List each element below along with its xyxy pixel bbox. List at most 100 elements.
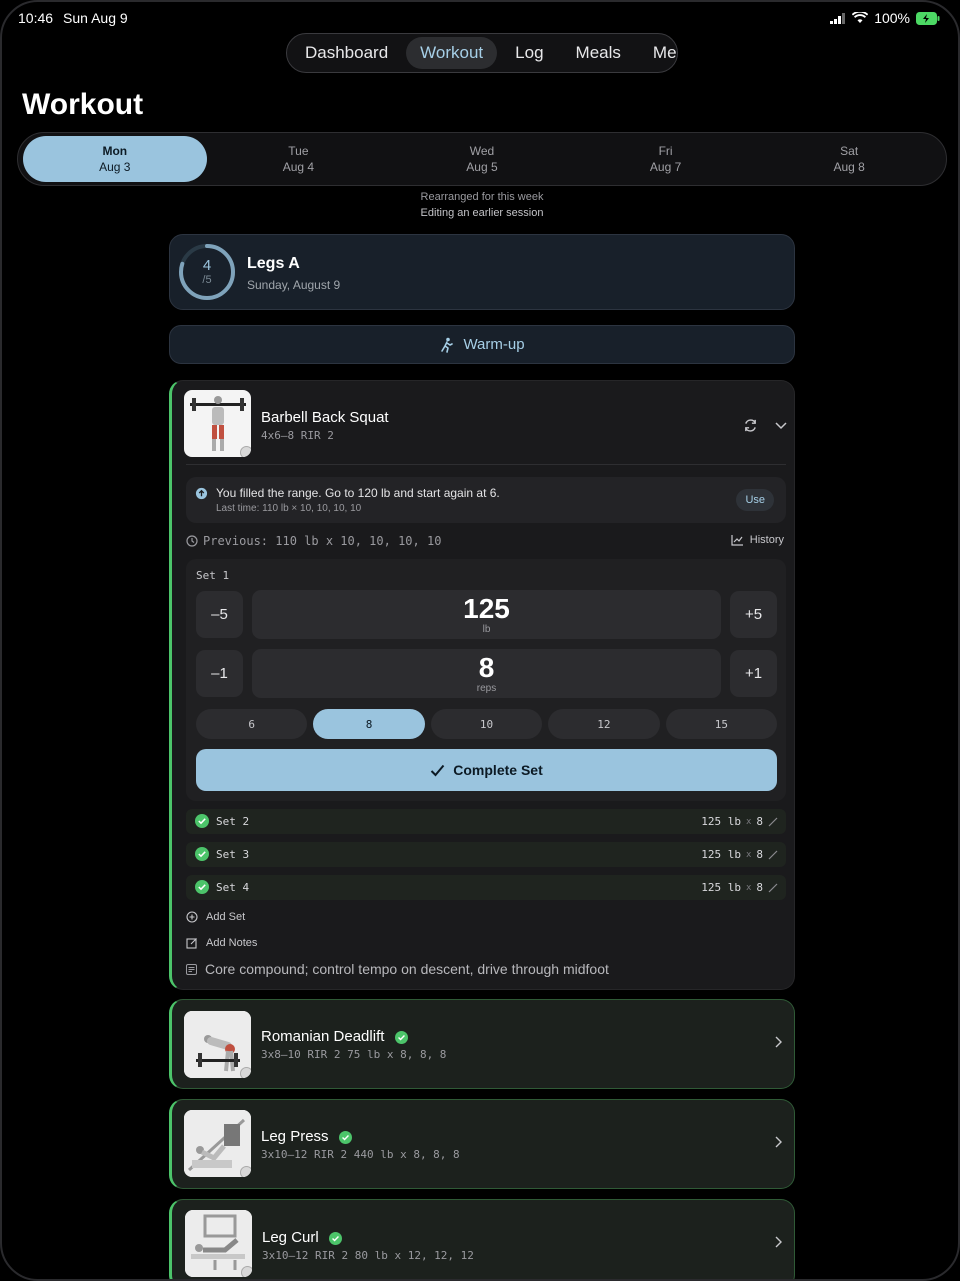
- top-nav: Dashboard Workout Log Meals Me: [286, 33, 678, 73]
- day-name: Mon: [102, 144, 128, 158]
- edit-pencil-icon[interactable]: [768, 817, 778, 827]
- exercise-thumbnail[interactable]: [184, 390, 251, 457]
- exercise-card-romanian-deadlift[interactable]: Romanian Deadlift 3x8–10 RIR 2 75 lb x 8…: [169, 999, 795, 1089]
- completed-set-row[interactable]: Set 3 125 lb x 8: [186, 842, 786, 867]
- stretch-icon: [441, 337, 454, 353]
- day-fri[interactable]: Fri Aug 7: [574, 136, 758, 182]
- session-card[interactable]: 4 /5 Legs A Sunday, August 9: [169, 234, 795, 310]
- exercise-card-leg-press[interactable]: Leg Press 3x10–12 RIR 2 440 lb x 8, 8, 8: [169, 1099, 795, 1189]
- exercise-name: Leg Curl: [262, 1229, 319, 1246]
- complete-set-button[interactable]: Complete Set: [196, 749, 777, 791]
- progress-count: 4 /5: [178, 243, 236, 301]
- battery-charging-icon: [916, 11, 940, 25]
- complete-set-label: Complete Set: [453, 762, 543, 778]
- status-date: Sun Aug 9: [63, 10, 128, 26]
- reps-value: 8: [478, 652, 495, 683]
- swap-icon[interactable]: [743, 418, 758, 433]
- reps-minus-button[interactable]: –1: [196, 650, 243, 697]
- warmup-button[interactable]: Warm-up: [169, 325, 795, 364]
- edit-pencil-icon[interactable]: [768, 850, 778, 860]
- chart-line-icon: [731, 535, 743, 546]
- active-set-panel: Set 1 –5 125 lb +5 –1 8 reps +1 6 8 10 1…: [186, 559, 786, 801]
- note-icon: [186, 963, 197, 975]
- check-circle-icon: [394, 1030, 408, 1044]
- day-date: Aug 3: [99, 160, 131, 174]
- history-clock-icon: [186, 535, 198, 547]
- tab-log[interactable]: Log: [501, 37, 557, 69]
- exercise-name-row: Romanian Deadlift: [261, 1028, 408, 1045]
- status-time: 10:46: [18, 10, 54, 26]
- wifi-icon: [852, 12, 869, 23]
- day-name: Tue: [288, 144, 309, 158]
- rep-chip-6[interactable]: 6: [196, 709, 308, 739]
- set-row-times: x: [745, 849, 752, 860]
- add-set-button[interactable]: Add Set: [186, 911, 245, 923]
- day-date: Aug 4: [282, 160, 315, 174]
- exercise-name-row: Leg Press: [261, 1128, 352, 1145]
- add-set-label: Add Set: [206, 911, 246, 923]
- warmup-label: Warm-up: [463, 336, 525, 353]
- chevron-right-icon[interactable]: [774, 1236, 782, 1248]
- exercise-card-leg-curl[interactable]: Leg Curl 3x10–12 RIR 2 80 lb x 12, 12, 1…: [169, 1199, 795, 1279]
- hint-message: You filled the range. Go to 120 lb and s…: [216, 486, 500, 500]
- session-title: Legs A: [247, 255, 300, 272]
- reps-plus-button[interactable]: +1: [730, 650, 777, 697]
- set-label: Set 1: [196, 569, 230, 582]
- rep-chip-15[interactable]: 15: [665, 709, 778, 739]
- tab-me[interactable]: Me: [639, 37, 691, 69]
- exercise-name: Leg Press: [261, 1128, 329, 1145]
- exercise-thumbnail[interactable]: [184, 1011, 251, 1078]
- play-icon[interactable]: [240, 1166, 251, 1177]
- exercise-detail: 3x8–10 RIR 2 75 lb x 8, 8, 8: [261, 1048, 447, 1061]
- play-icon[interactable]: [240, 446, 251, 457]
- exercise-thumbnail[interactable]: [185, 1210, 252, 1277]
- day-tue[interactable]: Tue Aug 4: [207, 136, 391, 182]
- check-circle-icon: [328, 1231, 342, 1245]
- day-name: Wed: [469, 144, 495, 158]
- history-button[interactable]: History: [731, 534, 784, 546]
- chevron-right-icon[interactable]: [774, 1136, 782, 1148]
- weight-plus-button[interactable]: +5: [730, 591, 777, 638]
- completed-set-row[interactable]: Set 2 125 lb x 8: [186, 809, 786, 834]
- tab-meals[interactable]: Meals: [562, 37, 635, 69]
- weight-field[interactable]: 125 lb: [252, 590, 721, 639]
- exercise-thumbnail[interactable]: [184, 1110, 251, 1177]
- rep-chip-10[interactable]: 10: [430, 709, 543, 739]
- exercise-name-row: Leg Curl: [262, 1229, 342, 1246]
- hint-last-time: Last time: 110 lb × 10, 10, 10, 10: [216, 503, 362, 514]
- check-circle-icon: [195, 847, 209, 861]
- exercise-card-expanded: Barbell Back Squat 4x6–8 RIR 2 You fille…: [169, 380, 795, 990]
- tab-dashboard[interactable]: Dashboard: [291, 37, 402, 69]
- exercise-name: Romanian Deadlift: [261, 1028, 385, 1045]
- plus-circle-icon: [186, 911, 198, 923]
- previous-performance: Previous: 110 lb x 10, 10, 10, 10: [186, 534, 441, 548]
- day-mon[interactable]: Mon Aug 3: [23, 136, 207, 182]
- use-suggestion-button[interactable]: Use: [736, 489, 774, 511]
- weight-minus-button[interactable]: –5: [196, 591, 243, 638]
- weight-value: 125: [463, 593, 510, 624]
- play-icon[interactable]: [241, 1266, 252, 1277]
- checkmark-icon: [431, 764, 445, 776]
- edit-pencil-icon[interactable]: [768, 883, 778, 893]
- chevron-down-icon[interactable]: [775, 420, 787, 430]
- history-label: History: [749, 534, 784, 546]
- weight-unit: lb: [482, 624, 491, 635]
- set-row-reps: 8: [756, 881, 763, 894]
- progression-hint: You filled the range. Go to 120 lb and s…: [186, 477, 786, 523]
- add-notes-button[interactable]: Add Notes: [186, 937, 257, 949]
- chevron-right-icon[interactable]: [774, 1036, 782, 1048]
- battery-percent: 100%: [874, 10, 910, 26]
- set-row-label: Set 4: [216, 881, 250, 894]
- day-sat[interactable]: Sat Aug 8: [757, 136, 941, 182]
- editing-note: Editing an earlier session: [420, 207, 544, 219]
- previous-text: Previous: 110 lb x 10, 10, 10, 10: [203, 534, 442, 548]
- set-row-weight: 125 lb: [701, 848, 741, 861]
- rep-chip-12[interactable]: 12: [548, 709, 660, 739]
- tab-workout[interactable]: Workout: [406, 37, 498, 69]
- set-row-label: Set 2: [216, 815, 250, 828]
- play-icon[interactable]: [240, 1067, 251, 1078]
- completed-set-row[interactable]: Set 4 125 lb x 8: [186, 875, 786, 900]
- reps-field[interactable]: 8 reps: [252, 649, 721, 698]
- day-wed[interactable]: Wed Aug 5: [390, 136, 574, 182]
- rep-chip-8[interactable]: 8: [313, 709, 425, 739]
